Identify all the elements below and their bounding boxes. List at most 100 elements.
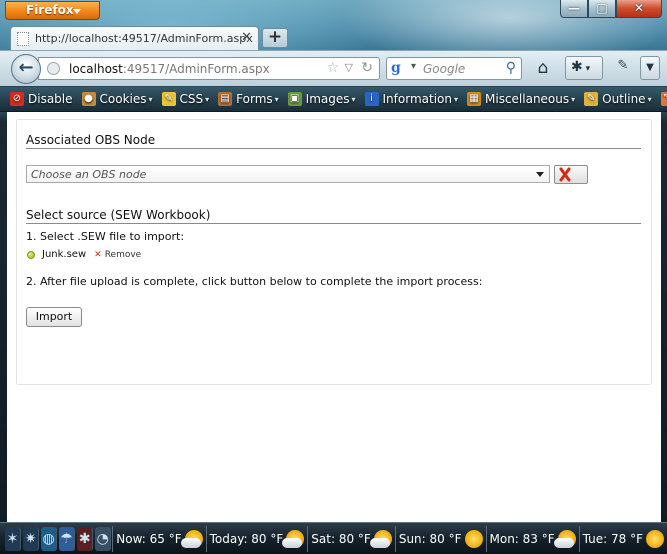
chevron-down-icon: ▾ — [274, 94, 279, 104]
devtoolbar-miscellaneous[interactable]: ▦ Miscellaneous ▾ — [467, 92, 575, 106]
browser-chrome: Firefox — □ ✕ http://localhost:49517/Adm… — [0, 0, 667, 112]
globe-icon[interactable]: ◍ — [41, 526, 58, 551]
search-engine-dropdown-icon[interactable]: ▾ — [411, 61, 416, 72]
maximize-icon: □ — [596, 1, 608, 15]
weather-forecast-label: Tue: 78 °F — [582, 531, 643, 546]
weather-forecast-label: Mon: 83 °F — [489, 531, 555, 546]
uploaded-file-item: Junk.sew ✕ Remove — [27, 249, 141, 260]
devtoolbar-label: Forms — [236, 92, 273, 106]
devtoolbar-label: Miscellaneous — [485, 92, 570, 106]
chevron-down-icon: ▾ — [205, 94, 210, 104]
weather-forecast-item[interactable]: Mon: 83 °F — [485, 525, 579, 552]
addon-icon: ✎ — [617, 58, 629, 73]
weather-forecast-label: Sat: 80 °F — [311, 531, 371, 546]
reload-icon[interactable]: ↻ — [361, 60, 373, 76]
devtoolbar-label: Disable — [28, 92, 73, 106]
miscellaneous-icon: ▦ — [467, 92, 481, 106]
gauge-icon[interactable]: ◔ — [95, 526, 112, 551]
close-window-button[interactable]: ✕ — [616, 0, 662, 18]
page-icon — [17, 32, 29, 46]
umbrella-icon[interactable]: ☂ — [59, 526, 76, 551]
url-bar[interactable]: localhost:49517/AdminForm.aspx ☆ ▽ ↻ — [38, 57, 380, 80]
devtoolbar-information[interactable]: i Information ▾ — [364, 92, 458, 106]
partly-cloudy-icon — [553, 529, 576, 548]
home-icon: ⌂ — [537, 58, 549, 78]
devtoolbar-label: Information — [382, 92, 452, 106]
page-viewport: Associated OBS Node Choose an OBS node S… — [7, 112, 661, 522]
toolbar-overflow-button[interactable]: ▼ — [640, 56, 660, 80]
weather-forecast-label: Today: 80 °F — [209, 531, 284, 546]
devtoolbar-label: CSS — [179, 92, 204, 106]
firefox-menu-button[interactable]: Firefox — [5, 1, 100, 20]
maximize-button[interactable]: □ — [588, 0, 616, 18]
chevron-down-icon: ▼ — [646, 62, 654, 73]
network-icon[interactable]: ✷ — [23, 526, 40, 551]
devtoolbar-label: Images — [305, 92, 350, 106]
weather-forecast-item[interactable]: Now: 65 °F — [112, 525, 205, 552]
url-path: :49517/AdminForm.aspx — [122, 62, 270, 76]
weather-forecast-item[interactable]: Sun: 80 °F — [394, 525, 486, 552]
chevron-down-icon[interactable] — [536, 172, 544, 177]
firefox-menu-label: Firefox — [26, 3, 74, 17]
weather-forecast-item[interactable]: Today: 80 °F — [205, 525, 308, 552]
weather-forecast-item[interactable]: Tue: 78 °F — [578, 525, 667, 552]
bookmarks-menu-button[interactable]: ✱ ▾ — [565, 56, 603, 80]
import-button[interactable]: Import — [26, 307, 82, 327]
uploaded-file-name: Junk.sew — [42, 249, 87, 260]
obs-node-combobox[interactable]: Choose an OBS node — [26, 165, 550, 183]
devtoolbar-label: Outline — [602, 92, 646, 106]
upload-complete-icon — [27, 250, 35, 259]
import-panel: Associated OBS Node Choose an OBS node S… — [16, 119, 652, 385]
url-text: localhost:49517/AdminForm.aspx — [69, 62, 270, 76]
devtoolbar-outline[interactable]: ✎ Outline ▾ — [584, 92, 652, 106]
globe-icon — [47, 62, 60, 75]
disable-icon: ⊘ — [10, 92, 24, 106]
search-icon[interactable]: ⚲ — [506, 60, 516, 76]
obs-section-divider — [26, 148, 641, 149]
source-section-title: Select source (SEW Workbook) — [26, 208, 211, 222]
url-history-dropdown-icon[interactable]: ▽ — [345, 61, 353, 74]
devtoolbar-css[interactable]: ✎ CSS ▾ — [161, 92, 210, 106]
bug-icon[interactable]: ✱ — [77, 526, 94, 551]
sunny-icon — [464, 529, 483, 548]
new-tab-button[interactable]: + — [262, 28, 288, 48]
remove-icon[interactable]: ✕ — [94, 250, 102, 260]
step-two-label: 2. After file upload is complete, click … — [26, 275, 483, 288]
browser-tab-adminform[interactable]: http://localhost:49517/AdminForm.aspx ✕ — [10, 26, 259, 50]
devtoolbar-cookies[interactable]: ● Cookies ▾ — [81, 92, 153, 106]
chevron-down-icon: ▾ — [571, 94, 576, 104]
information-icon: i — [364, 92, 379, 106]
windows-taskbar: ✶ ✷ ◍ ☂ ✱ ◔ Now: 65 °F Today: 80 °F Sat: 80 °F Su… — [0, 522, 667, 554]
step-one-label: 1. Select .SEW file to import: — [26, 230, 185, 243]
addon-button[interactable]: ✎ — [612, 58, 634, 78]
sunny-icon — [646, 529, 664, 548]
weather-forecast-item[interactable]: Sat: 80 °F — [307, 525, 395, 552]
devtoolbar-resiz[interactable]: ⤡Resiz▾ — [660, 92, 667, 106]
remove-file-link[interactable]: Remove — [105, 250, 142, 260]
back-button[interactable]: ← — [11, 54, 41, 84]
home-button[interactable]: ⌂ — [532, 58, 554, 78]
partly-cloudy-icon — [369, 529, 392, 548]
clear-obs-node-button[interactable] — [554, 165, 588, 184]
chevron-down-icon: ▾ — [148, 94, 153, 104]
outline-icon: ✎ — [584, 92, 599, 106]
devtoolbar-label: Cookies — [99, 92, 147, 106]
tab-close-icon[interactable]: ✕ — [241, 30, 252, 45]
chevron-down-icon: ▾ — [453, 94, 458, 104]
close-icon: ✕ — [633, 1, 645, 15]
google-logo-icon[interactable]: g — [391, 61, 407, 77]
back-arrow-icon: ← — [18, 57, 34, 78]
resize-icon: ⤡ — [660, 92, 667, 106]
bookmark-star-icon[interactable]: ☆ — [326, 60, 339, 76]
search-bar[interactable]: g ▾ Google ⚲ — [386, 57, 522, 80]
forms-icon: ▤ — [218, 92, 233, 106]
chevron-down-icon: ▾ — [351, 94, 356, 104]
window-controls: — □ ✕ — [560, 0, 662, 18]
partly-cloudy-icon — [282, 529, 305, 548]
devtoolbar-disable[interactable]: ⊘ Disable — [10, 92, 73, 106]
minimize-button[interactable]: — — [560, 0, 588, 18]
devtoolbar-images[interactable]: ▣ Images ▾ — [287, 92, 356, 106]
weather-gadget-icon[interactable]: ✶ — [5, 526, 22, 551]
devtoolbar-forms[interactable]: ▤ Forms ▾ — [218, 92, 279, 106]
obs-node-placeholder: Choose an OBS node — [31, 168, 147, 181]
